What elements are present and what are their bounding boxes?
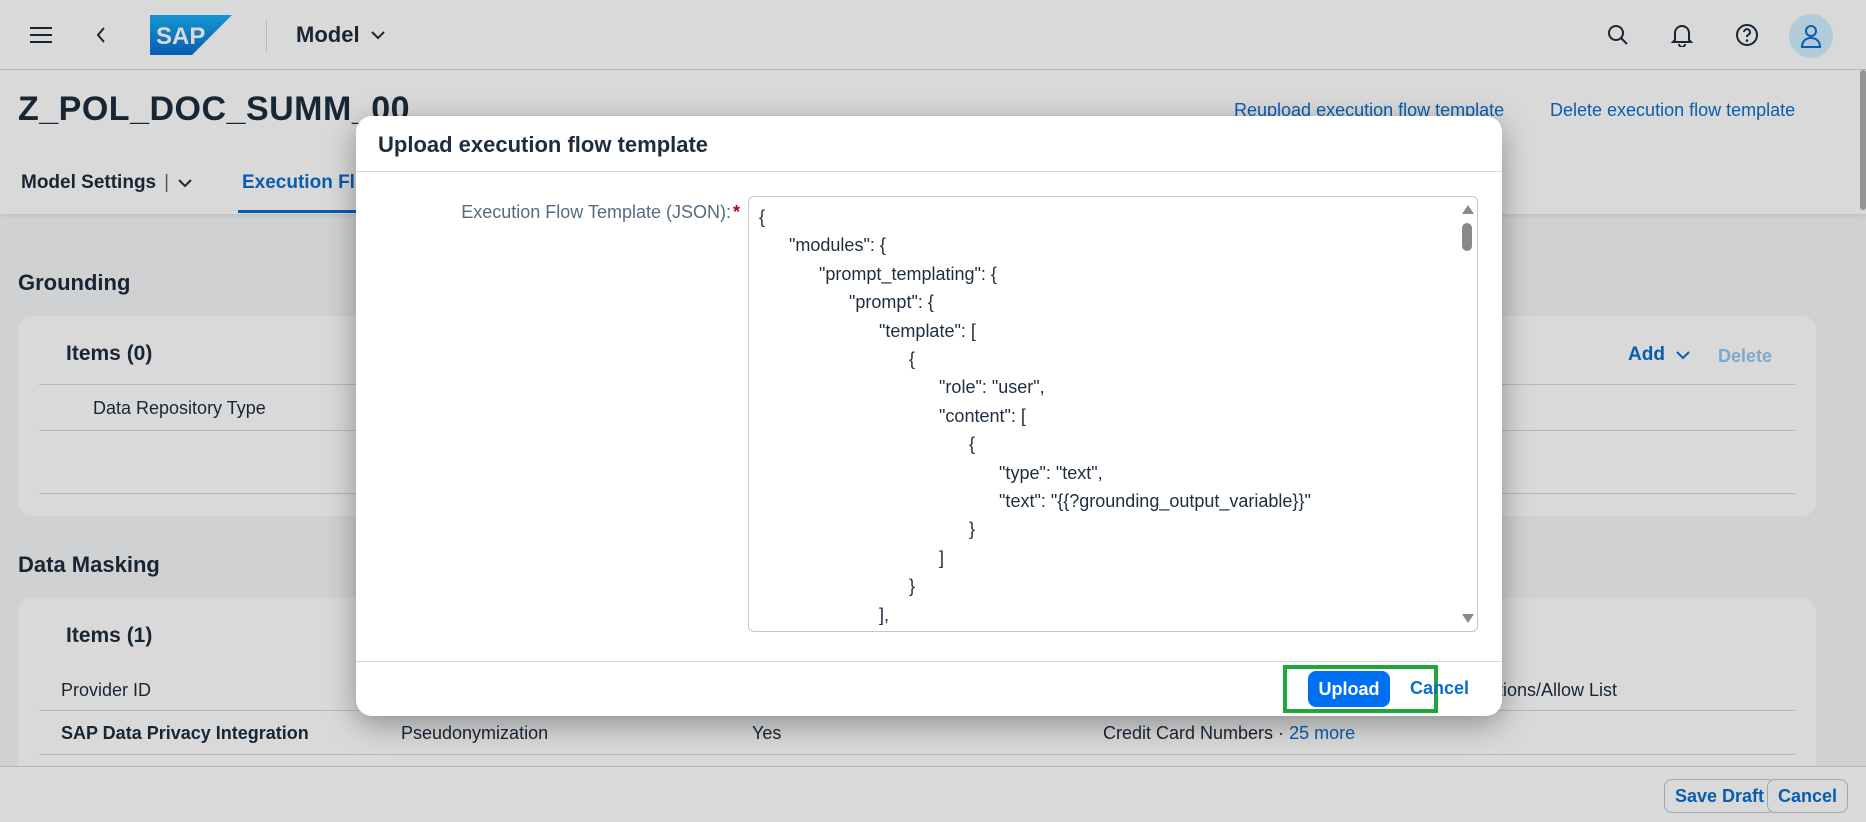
dialog-footer-divider xyxy=(356,661,1502,662)
scroll-thumb[interactable] xyxy=(1462,223,1472,251)
json-content: { "modules": { "prompt_templating": { "p… xyxy=(759,207,1311,625)
scroll-down-arrow-icon[interactable] xyxy=(1462,614,1474,623)
upload-dialog: Upload execution flow template Execution… xyxy=(356,116,1502,716)
textarea-scrollbar[interactable] xyxy=(1457,197,1477,631)
dialog-cancel-button[interactable]: Cancel xyxy=(1410,678,1469,699)
json-field-label-text: Execution Flow Template (JSON): xyxy=(461,202,731,222)
json-field-label: Execution Flow Template (JSON): * xyxy=(461,202,740,223)
dialog-header-divider xyxy=(356,171,1502,172)
required-marker: * xyxy=(732,202,740,222)
upload-button[interactable]: Upload xyxy=(1308,671,1390,707)
dialog-title: Upload execution flow template xyxy=(378,132,709,157)
json-textarea[interactable]: { "modules": { "prompt_templating": { "p… xyxy=(748,196,1478,632)
scroll-up-arrow-icon[interactable] xyxy=(1462,205,1474,214)
